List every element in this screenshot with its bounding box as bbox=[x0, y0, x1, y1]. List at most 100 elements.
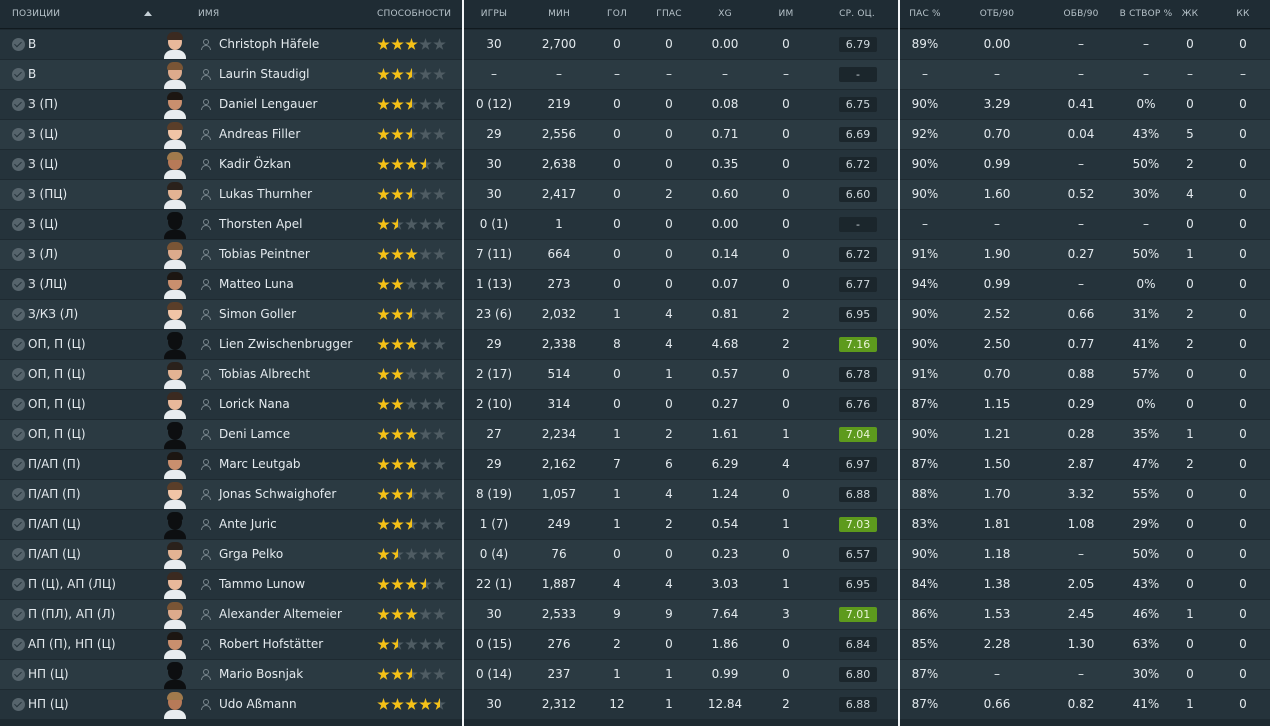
table-row[interactable]: В Laurin Staudigl – – – – – – - – – – – … bbox=[0, 60, 1270, 89]
table-row[interactable]: ОП, П (Ц) Lorick Nana 2 (10) 314 0 0 0.2… bbox=[0, 390, 1270, 419]
player-name[interactable]: Lorick Nana bbox=[219, 390, 290, 419]
col-yellow[interactable]: ЖК bbox=[1182, 9, 1198, 19]
check-icon[interactable] bbox=[12, 128, 25, 141]
check-icon[interactable] bbox=[12, 308, 25, 321]
table-row[interactable]: П/АП (Ц) Grga Pelko 0 (4) 76 0 0 0.23 0 … bbox=[0, 540, 1270, 569]
player-name[interactable]: Udo Aßmann bbox=[219, 690, 297, 719]
table-row[interactable]: П/АП (П) Marc Leutgab 29 2,162 7 6 6.29 … bbox=[0, 450, 1270, 479]
col-red[interactable]: КК bbox=[1236, 9, 1249, 19]
player-name[interactable]: Deni Lamce bbox=[219, 420, 290, 449]
pass-pct: 90% bbox=[911, 337, 939, 351]
table-row[interactable]: НП (Ц) Mario Bosnjak 0 (14) 237 1 1 0.99… bbox=[0, 660, 1270, 689]
check-icon[interactable] bbox=[12, 548, 25, 561]
player-name[interactable]: Jonas Schwaighofer bbox=[219, 480, 336, 509]
table-row[interactable]: З (Л) Tobias Peintner 7 (11) 664 0 0 0.1… bbox=[0, 240, 1270, 269]
col-pom[interactable]: ИМ bbox=[779, 9, 794, 19]
player-name[interactable]: Ante Juric bbox=[219, 510, 277, 539]
person-icon bbox=[201, 99, 211, 110]
player-name[interactable]: Lukas Thurnher bbox=[219, 180, 312, 209]
sort-ascending-icon[interactable] bbox=[144, 11, 152, 16]
apps: 0 (14) bbox=[475, 667, 513, 681]
player-name[interactable]: Tobias Albrecht bbox=[219, 360, 310, 389]
player-name[interactable]: Marc Leutgab bbox=[219, 450, 301, 479]
check-icon[interactable] bbox=[12, 458, 25, 471]
table-row[interactable]: З (Ц) Andreas Filler 29 2,556 0 0 0.71 0… bbox=[0, 120, 1270, 149]
table-row[interactable]: З (Ц) Kadir Özkan 30 2,638 0 0 0.35 0 6.… bbox=[0, 150, 1270, 179]
check-icon[interactable] bbox=[12, 218, 25, 231]
player-name[interactable]: Simon Goller bbox=[219, 300, 296, 329]
col-name[interactable]: ИМЯ bbox=[198, 9, 219, 19]
check-icon[interactable] bbox=[12, 608, 25, 621]
player-name[interactable]: Matteo Luna bbox=[219, 270, 294, 299]
col-assists[interactable]: ГПАС bbox=[656, 9, 682, 19]
player-name[interactable]: Thorsten Apel bbox=[219, 210, 303, 239]
check-icon[interactable] bbox=[12, 578, 25, 591]
check-icon[interactable] bbox=[12, 668, 25, 681]
star-icon bbox=[377, 698, 390, 710]
player-name[interactable]: Tammo Lunow bbox=[219, 570, 305, 599]
pass-pct: 83% bbox=[911, 517, 939, 531]
table-row[interactable]: П (ПЛ), АП (Л) Alexander Altemeier 30 2,… bbox=[0, 600, 1270, 629]
player-name[interactable]: Robert Hofstätter bbox=[219, 630, 323, 659]
player-name[interactable]: Kadir Özkan bbox=[219, 150, 291, 179]
star-icon bbox=[405, 248, 418, 260]
check-icon[interactable] bbox=[12, 278, 25, 291]
table-row[interactable]: ОП, П (Ц) Tobias Albrecht 2 (17) 514 0 1… bbox=[0, 360, 1270, 389]
col-ability[interactable]: СПОСОБНОСТИ bbox=[377, 9, 451, 19]
table-row[interactable]: ОП, П (Ц) Deni Lamce 27 2,234 1 2 1.61 1… bbox=[0, 420, 1270, 449]
player-name[interactable]: Mario Bosnjak bbox=[219, 660, 303, 689]
star-icon bbox=[391, 128, 404, 140]
col-xg[interactable]: XG bbox=[718, 9, 732, 19]
goals: 9 bbox=[613, 607, 621, 621]
check-icon[interactable] bbox=[12, 428, 25, 441]
table-row[interactable]: АП (П), НП (Ц) Robert Hofstätter 0 (15) … bbox=[0, 630, 1270, 659]
check-icon[interactable] bbox=[12, 338, 25, 351]
check-icon[interactable] bbox=[12, 698, 25, 711]
player-name[interactable]: Andreas Filler bbox=[219, 120, 300, 149]
table-row[interactable]: НП (Ц) Udo Aßmann 30 2,312 12 1 12.84 2 … bbox=[0, 690, 1270, 719]
col-avg-rating[interactable]: СР. ОЦ. bbox=[839, 9, 875, 19]
table-row[interactable]: В Christoph Häfele 30 2,700 0 0 0.00 0 6… bbox=[0, 30, 1270, 59]
check-icon[interactable] bbox=[12, 158, 25, 171]
col-goals[interactable]: ГОЛ bbox=[607, 9, 627, 19]
check-icon[interactable] bbox=[12, 518, 25, 531]
star-icon bbox=[391, 548, 404, 560]
check-icon[interactable] bbox=[12, 68, 25, 81]
table-row[interactable]: З (ПЦ) Lukas Thurnher 30 2,417 0 2 0.60 … bbox=[0, 180, 1270, 209]
star-icon bbox=[433, 608, 446, 620]
check-icon[interactable] bbox=[12, 248, 25, 261]
player-name[interactable]: Christoph Häfele bbox=[219, 30, 319, 59]
table-row[interactable]: П/АП (П) Jonas Schwaighofer 8 (19) 1,057… bbox=[0, 480, 1270, 509]
dribbles: 0.82 bbox=[1067, 697, 1095, 711]
table-row[interactable]: З (Ц) Thorsten Apel 0 (1) 1 0 0 0.00 0 -… bbox=[0, 210, 1270, 239]
check-icon[interactable] bbox=[12, 38, 25, 51]
col-shots-on-target[interactable]: В СТВОР % bbox=[1120, 9, 1173, 19]
player-name[interactable]: Daniel Lengauer bbox=[219, 90, 317, 119]
col-mins[interactable]: МИН bbox=[548, 9, 570, 19]
col-pass-pct[interactable]: ПАС % bbox=[909, 9, 941, 19]
col-apps[interactable]: ИГРЫ bbox=[481, 9, 507, 19]
table-row[interactable]: ОП, П (Ц) Lien Zwischenbrugger 29 2,338 … bbox=[0, 330, 1270, 359]
check-icon[interactable] bbox=[12, 638, 25, 651]
player-name[interactable]: Lien Zwischenbrugger bbox=[219, 330, 352, 359]
col-tackles[interactable]: ОТБ/90 bbox=[980, 9, 1014, 19]
col-positions[interactable]: ПОЗИЦИИ bbox=[12, 9, 60, 19]
mins: 2,700 bbox=[541, 37, 577, 51]
table-row[interactable]: З (П) Daniel Lengauer 0 (12) 219 0 0 0.0… bbox=[0, 90, 1270, 119]
check-icon[interactable] bbox=[12, 98, 25, 111]
table-row[interactable]: З/КЗ (Л) Simon Goller 23 (6) 2,032 1 4 0… bbox=[0, 300, 1270, 329]
table-row[interactable]: П (Ц), АП (ЛЦ) Tammo Lunow 22 (1) 1,887 … bbox=[0, 570, 1270, 599]
player-name[interactable]: Grga Pelko bbox=[219, 540, 283, 569]
check-icon[interactable] bbox=[12, 368, 25, 381]
pom: 2 bbox=[782, 307, 790, 321]
player-name[interactable]: Laurin Staudigl bbox=[219, 60, 310, 89]
check-icon[interactable] bbox=[12, 188, 25, 201]
player-name[interactable]: Alexander Altemeier bbox=[219, 600, 342, 629]
table-row[interactable]: З (ЛЦ) Matteo Luna 1 (13) 273 0 0 0.07 0… bbox=[0, 270, 1270, 299]
check-icon[interactable] bbox=[12, 398, 25, 411]
table-row[interactable]: П/АП (Ц) Ante Juric 1 (7) 249 1 2 0.54 1… bbox=[0, 510, 1270, 539]
player-name[interactable]: Tobias Peintner bbox=[219, 240, 310, 269]
check-icon[interactable] bbox=[12, 488, 25, 501]
avatar bbox=[163, 451, 187, 479]
col-dribbles[interactable]: ОБВ/90 bbox=[1063, 9, 1098, 19]
